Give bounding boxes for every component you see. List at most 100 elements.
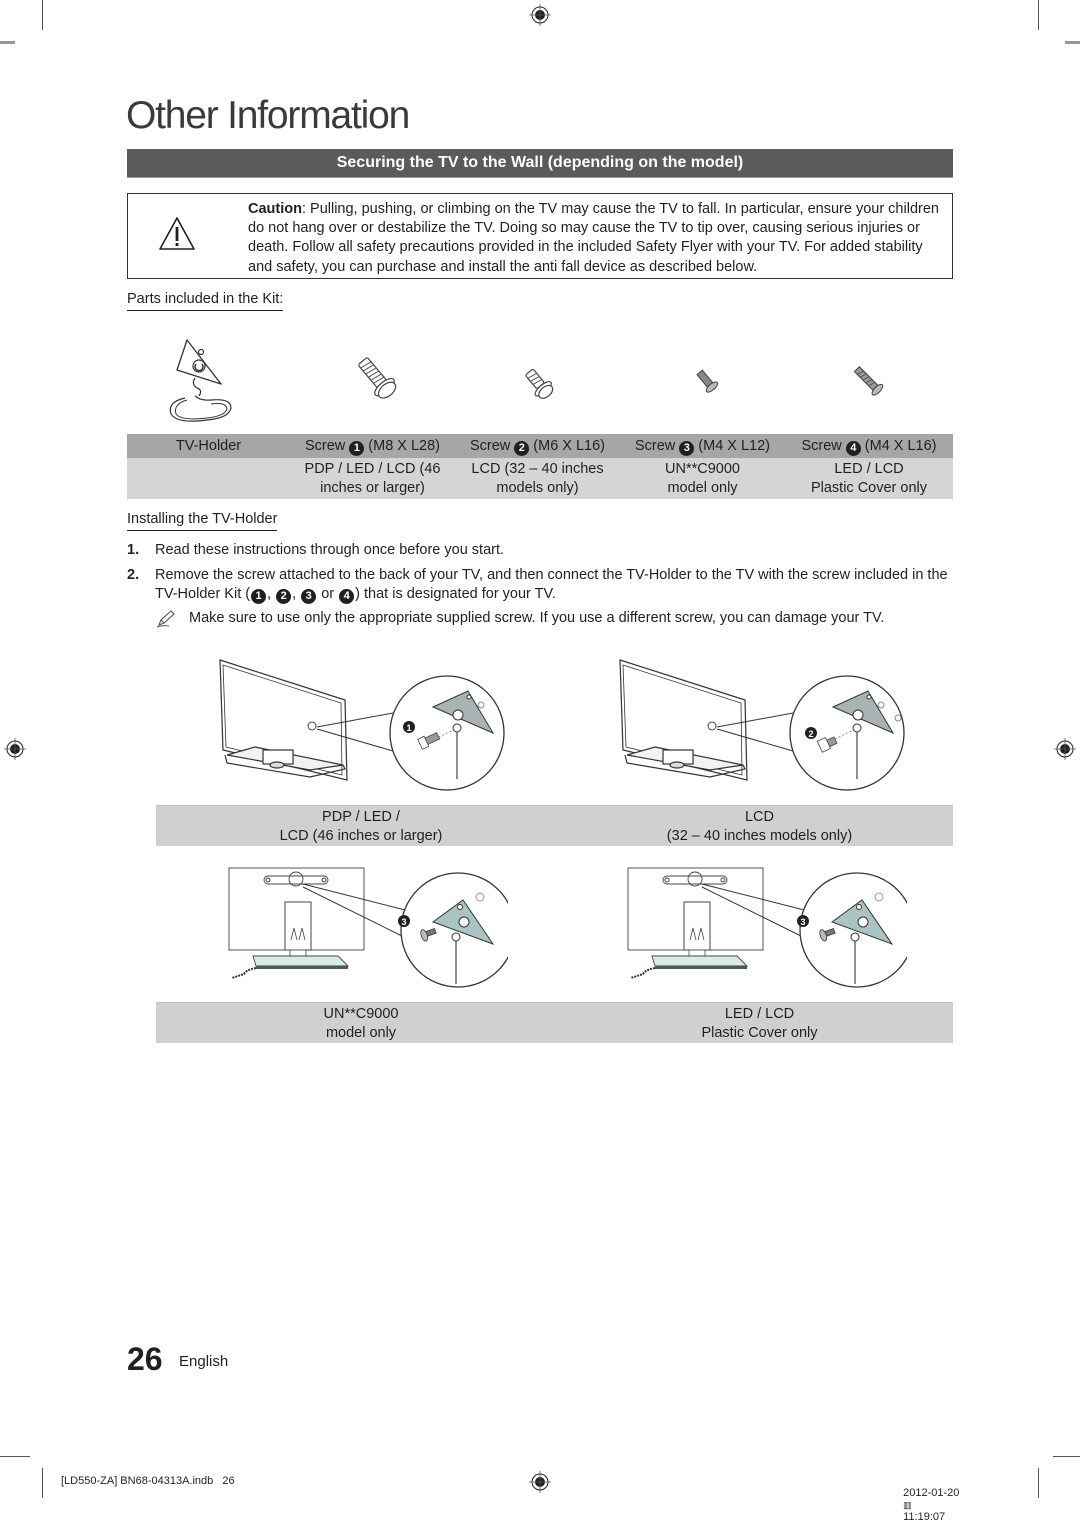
caution-body: : Pulling, pushing, or climbing on the T… — [248, 201, 939, 275]
caption-line: LED / LCD — [724, 1006, 795, 1022]
registration-mark-left — [4, 738, 26, 760]
caution-box: Caution: Pulling, pushing, or climbing o… — [127, 193, 953, 279]
kit-cell-name: Screw 4 (M4 X L16) — [785, 434, 953, 458]
screw-number-badge: 4 — [339, 589, 355, 604]
screw-m4-long-icon — [853, 366, 884, 396]
caption-line: model only — [325, 1025, 397, 1041]
models-line: models only) — [496, 480, 579, 496]
caution-text: Caution: Pulling, pushing, or climbing o… — [248, 200, 948, 277]
part-spec: (M8 X L28) — [368, 438, 441, 454]
section-title: Securing the TV to the Wall (depending o… — [127, 149, 953, 178]
kit-cell-models: PDP / LED / LCD (46 inches or larger) — [290, 458, 455, 499]
figure-screw-number: 3 — [401, 917, 406, 927]
kit-cell-models: LCD (32 – 40 inches models only) — [455, 458, 620, 499]
install-heading: Installing the TV-Holder — [127, 511, 278, 531]
models-line: LED / LCD — [834, 461, 904, 477]
step-text-part: ) that is designated for your TV. — [355, 586, 556, 602]
kit-header-row: TV-Holder Screw 1 (M8 X L28) Screw 2 (M6 X L… — [127, 434, 953, 458]
screw-m4-short-icon — [696, 369, 719, 393]
caption-line: PDP / LED / — [322, 809, 400, 825]
kit-models-row: PDP / LED / LCD (46 inches or larger) LCD… — [127, 458, 953, 499]
crop-mark-bottom-right — [1038, 1468, 1039, 1498]
figure-caption-3: UN**C9000 model only — [156, 1002, 566, 1043]
figure-tv-screw-1: 1 — [219, 659, 505, 791]
crop-mark-top-left — [42, 0, 43, 30]
step-text: Remove the screw attached to the back of… — [155, 566, 955, 604]
screw-number-badge: 2 — [276, 589, 292, 604]
install-step-2: 2. Remove the screw attached to the back… — [127, 566, 957, 606]
crop-mark-left-top — [0, 41, 15, 44]
caption-line: LCD (46 inches or larger) — [279, 828, 443, 844]
note-pencil-icon — [156, 610, 175, 628]
kit-cell-name: Screw 3 (M4 X L12) — [620, 434, 785, 458]
separator: , — [267, 586, 276, 602]
screw-number-badge: 3 — [301, 589, 317, 604]
kit-cell-models: LED / LCD Plastic Cover only — [785, 458, 953, 499]
install-step-1: 1. Read these instructions through once … — [127, 541, 957, 561]
slug-date: 2012-01-20 — [903, 1487, 960, 1499]
models-line: inches or larger) — [320, 480, 425, 496]
figure-screw-number: 1 — [406, 723, 411, 733]
kit-cell-name: Screw 1 (M8 X L28) — [290, 434, 455, 458]
figure-tv-screw-2: 2 — [619, 659, 905, 791]
part-name: TV-Holder — [175, 438, 242, 454]
kit-cell-name: TV-Holder — [127, 434, 290, 458]
models-line: LCD (32 – 40 inches — [471, 461, 604, 477]
crop-mark-bottom-left — [42, 1468, 43, 1498]
crop-mark-right-bottom — [1053, 1456, 1080, 1457]
separator: or — [317, 586, 339, 602]
slug-time: 11:19:07 — [903, 1511, 946, 1523]
figure-screw-number: 3 — [800, 917, 805, 927]
screw-m8-icon — [358, 357, 397, 399]
caption-line: UN**C9000 — [323, 1006, 399, 1022]
kit-cell-models — [127, 458, 290, 499]
figure-tv-screw-3: 3 — [228, 867, 508, 988]
page-language: English — [179, 1353, 229, 1370]
models-line: model only — [667, 480, 738, 496]
part-spec: (M4 X L12) — [698, 438, 771, 454]
caption-line: LCD — [744, 809, 774, 825]
part-spec: (M4 X L16) — [864, 438, 937, 454]
note-text: Make sure to use only the appropriate su… — [189, 610, 885, 626]
screw-m6-icon — [525, 368, 554, 399]
screw-number-badge: 1 — [251, 589, 267, 604]
caption-line: (32 – 40 inches models only) — [666, 828, 853, 844]
registration-mark-top — [529, 4, 551, 26]
warning-triangle-icon — [159, 217, 195, 250]
slug-time-glyph: ▥ — [903, 1500, 912, 1510]
step-number: 1. — [127, 542, 140, 558]
figure-caption-1: PDP / LED / LCD (46 inches or larger) — [156, 805, 566, 846]
screw-number-badge: 4 — [845, 441, 861, 456]
step-number: 2. — [127, 567, 140, 583]
kit-cell-models: UN**C9000 model only — [620, 458, 785, 499]
kit-parts-table: TV-Holder Screw 1 (M8 X L28) Screw 2 (M6 X L… — [127, 434, 953, 499]
caption-line: Plastic Cover only — [701, 1025, 818, 1041]
separator: , — [292, 586, 301, 602]
models-line: PDP / LED / LCD (46 — [304, 461, 441, 477]
parts-illustrations — [127, 330, 953, 430]
slug-file: [LD550-ZA] BN68-04313A.indb 26 — [61, 1475, 235, 1487]
screw-number-badge: 3 — [679, 441, 695, 456]
registration-mark-bottom — [529, 1471, 551, 1493]
figure-caption-4: LED / LCD Plastic Cover only — [566, 1002, 953, 1043]
page-title: Other Information — [126, 94, 410, 137]
screw-number-badge: 2 — [514, 441, 530, 456]
figure-caption-2: LCD (32 – 40 inches models only) — [566, 805, 953, 846]
models-line: Plastic Cover only — [810, 480, 928, 496]
figure-screw-number: 2 — [808, 729, 813, 739]
screw-number-badge: 1 — [349, 441, 365, 456]
models-line: UN**C9000 — [665, 461, 740, 477]
part-name: Screw — [634, 438, 676, 454]
crop-mark-left-bottom — [0, 1456, 30, 1457]
part-name: Screw — [469, 438, 511, 454]
part-spec: (M6 X L16) — [533, 438, 606, 454]
kit-cell-name: Screw 2 (M6 X L16) — [455, 434, 620, 458]
kit-heading: Parts included in the Kit: — [127, 291, 284, 311]
part-name: Screw — [304, 438, 346, 454]
page-number: 26 — [127, 1341, 163, 1377]
figure-tv-screw-4: 3 — [627, 867, 907, 988]
registration-mark-right — [1054, 738, 1076, 760]
slug-timestamp: 2012-01-20 ▥ 11:19:07 — [897, 1475, 959, 1523]
step-text: Read these instructions through once bef… — [155, 542, 505, 558]
part-name: Screw — [801, 438, 842, 454]
